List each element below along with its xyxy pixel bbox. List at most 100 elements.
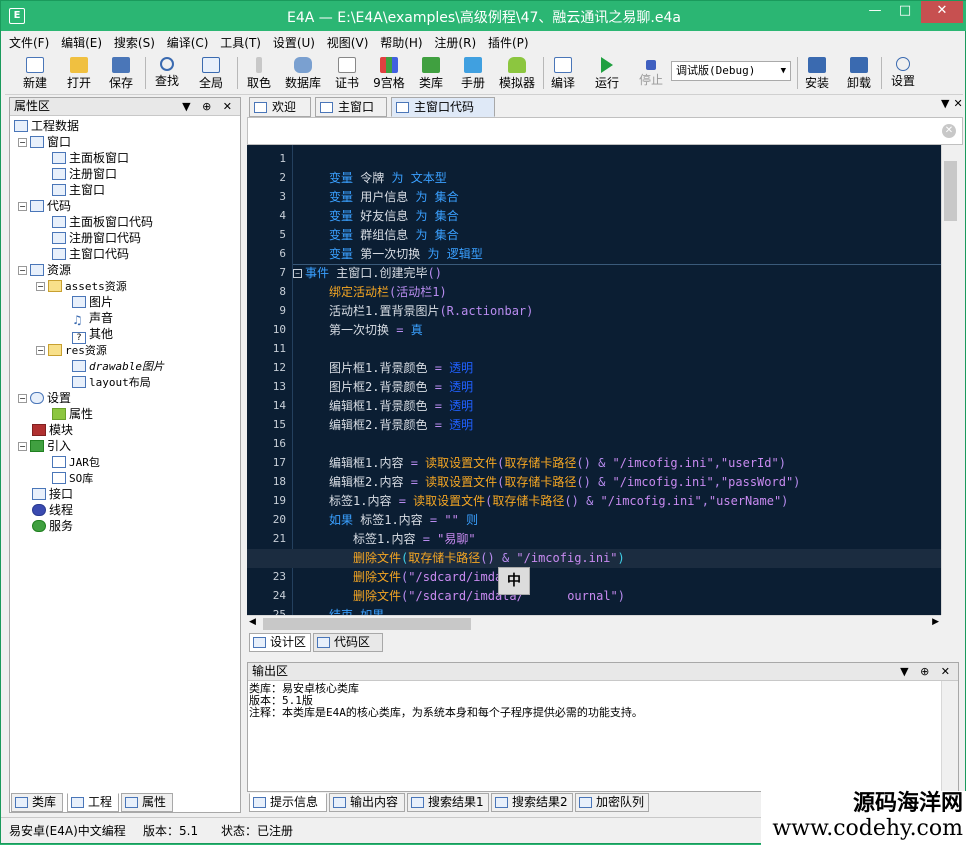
scroll-left-icon[interactable]: ◀ bbox=[249, 617, 256, 627]
library-button[interactable]: 类库 bbox=[413, 55, 449, 93]
tree-label: 设置 bbox=[47, 391, 72, 405]
panel-controls[interactable]: ▼ ⊕ ✕ bbox=[900, 663, 954, 680]
emulator-button[interactable]: 模拟器 bbox=[495, 55, 539, 93]
panel-controls[interactable]: ▼ ⊕ ✕ bbox=[182, 98, 236, 115]
tree-node-main-panel-window[interactable]: 主面板窗口 bbox=[52, 150, 129, 166]
menu-file[interactable]: 文件(F) bbox=[5, 32, 53, 53]
code-editor[interactable]: 1234567891011121314151617181920212223242… bbox=[247, 145, 941, 615]
certificate-button[interactable]: 证书 bbox=[329, 55, 365, 93]
window-icon bbox=[52, 184, 66, 196]
tree-node-sounds[interactable]: ♫ 声音 bbox=[72, 310, 113, 327]
tree-node-drawable[interactable]: drawable图片 bbox=[72, 358, 164, 374]
open-button[interactable]: 打开 bbox=[61, 55, 97, 93]
tab-design-area[interactable]: 设计区 bbox=[249, 633, 311, 652]
tree-node-threads[interactable]: 线程 bbox=[32, 502, 73, 518]
manual-button[interactable]: 手册 bbox=[455, 55, 491, 93]
tab-hint-info[interactable]: 提示信息 bbox=[249, 793, 327, 812]
tree-node-main-panel-code[interactable]: 主面板窗口代码 bbox=[52, 214, 153, 230]
tree-node-resources[interactable]: − 资源 bbox=[18, 262, 71, 278]
menu-plugins[interactable]: 插件(P) bbox=[484, 32, 533, 53]
collapse-icon[interactable]: − bbox=[18, 138, 27, 147]
new-label: 新建 bbox=[22, 76, 47, 90]
tab-main-window-code[interactable]: 主窗口代码 bbox=[391, 97, 495, 117]
install-button[interactable]: 安装 bbox=[801, 55, 833, 93]
close-circle-icon[interactable]: ✕ bbox=[942, 124, 956, 138]
uninstall-button[interactable]: 卸载 bbox=[843, 55, 875, 93]
tab-code-area[interactable]: 代码区 bbox=[313, 633, 383, 652]
collapse-icon[interactable]: − bbox=[36, 282, 45, 291]
tab-project[interactable]: 工程 bbox=[67, 793, 119, 812]
color-picker-button[interactable]: 取色 bbox=[241, 55, 277, 93]
tree-node-settings[interactable]: − 设置 bbox=[18, 390, 71, 406]
save-button[interactable]: 保存 bbox=[103, 55, 139, 93]
code-vertical-scrollbar[interactable] bbox=[941, 145, 958, 615]
scroll-right-icon[interactable]: ▶ bbox=[932, 617, 939, 627]
menu-tools[interactable]: 工具(T) bbox=[216, 32, 265, 53]
tree-node-modules[interactable]: 模块 bbox=[32, 422, 73, 438]
output-vertical-scrollbar[interactable] bbox=[941, 681, 958, 791]
collapse-icon[interactable]: − bbox=[18, 202, 27, 211]
tree-node-main-window-code[interactable]: 主窗口代码 bbox=[52, 246, 129, 262]
tree-node-services[interactable]: 服务 bbox=[32, 518, 73, 534]
code-horizontal-scrollbar[interactable]: ◀ ▶ bbox=[247, 615, 941, 631]
new-button[interactable]: 新建 bbox=[17, 55, 53, 93]
tab-search-result-1[interactable]: 搜索结果1 bbox=[407, 793, 489, 812]
grid9-button[interactable]: 9宫格 bbox=[369, 55, 409, 93]
tree-node-register-code[interactable]: 注册窗口代码 bbox=[52, 230, 141, 246]
code-token: 则 bbox=[466, 513, 479, 527]
menu-register[interactable]: 注册(R) bbox=[430, 32, 480, 53]
minimize-button[interactable]: — bbox=[861, 1, 889, 23]
tab-encrypt-queue[interactable]: 加密队列 bbox=[575, 793, 649, 812]
collapse-icon[interactable]: − bbox=[18, 442, 27, 451]
tree-node-code[interactable]: − 代码 bbox=[18, 198, 71, 214]
panel-title: 属性区 bbox=[14, 99, 51, 113]
tab-library[interactable]: 类库 bbox=[11, 793, 63, 812]
certificate-label: 证书 bbox=[334, 76, 359, 90]
tree-node-so[interactable]: SO库 bbox=[52, 470, 93, 486]
tree-node-assets[interactable]: − assets资源 bbox=[36, 278, 127, 294]
tree-node-window[interactable]: − 窗口 bbox=[18, 134, 71, 150]
grid9-label: 9宫格 bbox=[373, 76, 405, 90]
collapse-icon[interactable]: − bbox=[36, 346, 45, 355]
scroll-thumb[interactable] bbox=[263, 618, 471, 630]
close-button[interactable]: ✕ bbox=[921, 1, 963, 23]
run-button[interactable]: 运行 bbox=[589, 55, 625, 93]
settings-button[interactable]: 设置 bbox=[887, 55, 919, 93]
tree-node-register-window[interactable]: 注册窗口 bbox=[52, 166, 117, 182]
tab-properties[interactable]: 属性 bbox=[121, 793, 173, 812]
tree-node-project[interactable]: 工程数据 bbox=[14, 118, 79, 134]
database-button[interactable]: 数据库 bbox=[281, 55, 325, 93]
tree-node-interfaces[interactable]: 接口 bbox=[32, 486, 73, 502]
tree-node-layout[interactable]: layout布局 bbox=[72, 374, 151, 390]
global-search-button[interactable]: 全局 bbox=[193, 55, 229, 93]
tree-node-other[interactable]: ? 其他 bbox=[72, 326, 113, 344]
folder-icon bbox=[48, 344, 62, 356]
menu-settings[interactable]: 设置(U) bbox=[269, 32, 319, 53]
fold-toggle-icon[interactable]: − bbox=[293, 269, 302, 278]
tree-node-main-window[interactable]: 主窗口 bbox=[52, 182, 105, 198]
stop-button[interactable]: 停止 bbox=[633, 55, 669, 93]
collapse-icon[interactable]: − bbox=[18, 266, 27, 275]
tab-welcome[interactable]: 欢迎 bbox=[249, 97, 311, 117]
tab-search-result-2[interactable]: 搜索结果2 bbox=[491, 793, 573, 812]
compile-button[interactable]: 编译 bbox=[545, 55, 581, 93]
collapse-icon[interactable]: − bbox=[18, 394, 27, 403]
tree-node-images[interactable]: 图片 bbox=[72, 294, 113, 310]
tree-node-res[interactable]: − res资源 bbox=[36, 342, 107, 358]
menu-edit[interactable]: 编辑(E) bbox=[57, 32, 106, 53]
tab-output-content[interactable]: 输出内容 bbox=[329, 793, 405, 812]
tab-main-window[interactable]: 主窗口 bbox=[315, 97, 387, 117]
menu-search[interactable]: 搜索(S) bbox=[110, 32, 159, 53]
menu-help[interactable]: 帮助(H) bbox=[376, 32, 426, 53]
tree-node-imports[interactable]: − 引入 bbox=[18, 438, 71, 454]
tree-node-properties[interactable]: 属性 bbox=[52, 406, 93, 422]
build-mode-select[interactable]: 调试版(Debug) ▼ bbox=[671, 61, 791, 81]
maximize-button[interactable]: □ bbox=[891, 1, 919, 23]
code-line: 编辑框2.背景颜色 = 透明 bbox=[329, 416, 473, 435]
editor-close-controls[interactable]: ▼✕ bbox=[941, 97, 966, 110]
tree-node-jar[interactable]: JAR包 bbox=[52, 454, 100, 470]
menu-view[interactable]: 视图(V) bbox=[323, 32, 373, 53]
scroll-thumb[interactable] bbox=[944, 161, 957, 221]
menu-compile[interactable]: 编译(C) bbox=[163, 32, 213, 53]
find-button[interactable]: 查找 bbox=[149, 55, 185, 93]
